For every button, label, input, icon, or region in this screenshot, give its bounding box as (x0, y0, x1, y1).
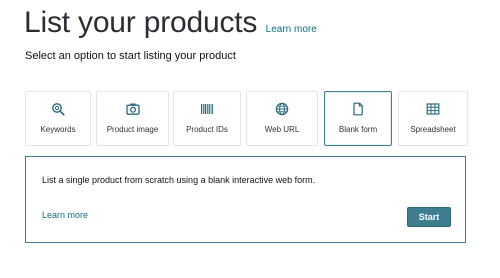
start-button[interactable]: Start (407, 207, 451, 227)
magnifier-icon (52, 103, 65, 116)
option-label: Keywords (40, 125, 76, 134)
page-title: List your products (24, 6, 258, 39)
spreadsheet-icon (426, 103, 440, 115)
option-blank-form[interactable]: Blank form (324, 91, 392, 146)
page-header: List your products Learn more (24, 6, 317, 40)
option-keywords[interactable]: Keywords (25, 91, 91, 146)
option-product-ids[interactable]: Product IDs (173, 91, 241, 146)
option-label: Blank form (338, 125, 378, 134)
globe-icon (275, 102, 289, 116)
camera-icon (125, 103, 140, 115)
option-spreadsheet[interactable]: Spreadsheet (398, 91, 468, 146)
option-label: Spreadsheet (410, 125, 456, 134)
option-label: Product IDs (186, 125, 228, 134)
learn-more-link[interactable]: Learn more (266, 24, 317, 35)
option-label: Web URL (264, 125, 300, 134)
option-web-url[interactable]: Web URL (246, 91, 318, 146)
panel-description: List a single product from scratch using… (42, 175, 316, 185)
listing-options: Keywords Product image Product IDs Web U… (25, 91, 468, 148)
document-icon (353, 102, 363, 116)
barcode-icon (201, 104, 214, 114)
blank-form-panel: List a single product from scratch using… (25, 156, 466, 243)
panel-learn-more-link[interactable]: Learn more (42, 210, 88, 220)
page-subtitle: Select an option to start listing your p… (25, 50, 236, 62)
option-product-image[interactable]: Product image (96, 91, 169, 146)
option-label: Product image (106, 125, 159, 134)
